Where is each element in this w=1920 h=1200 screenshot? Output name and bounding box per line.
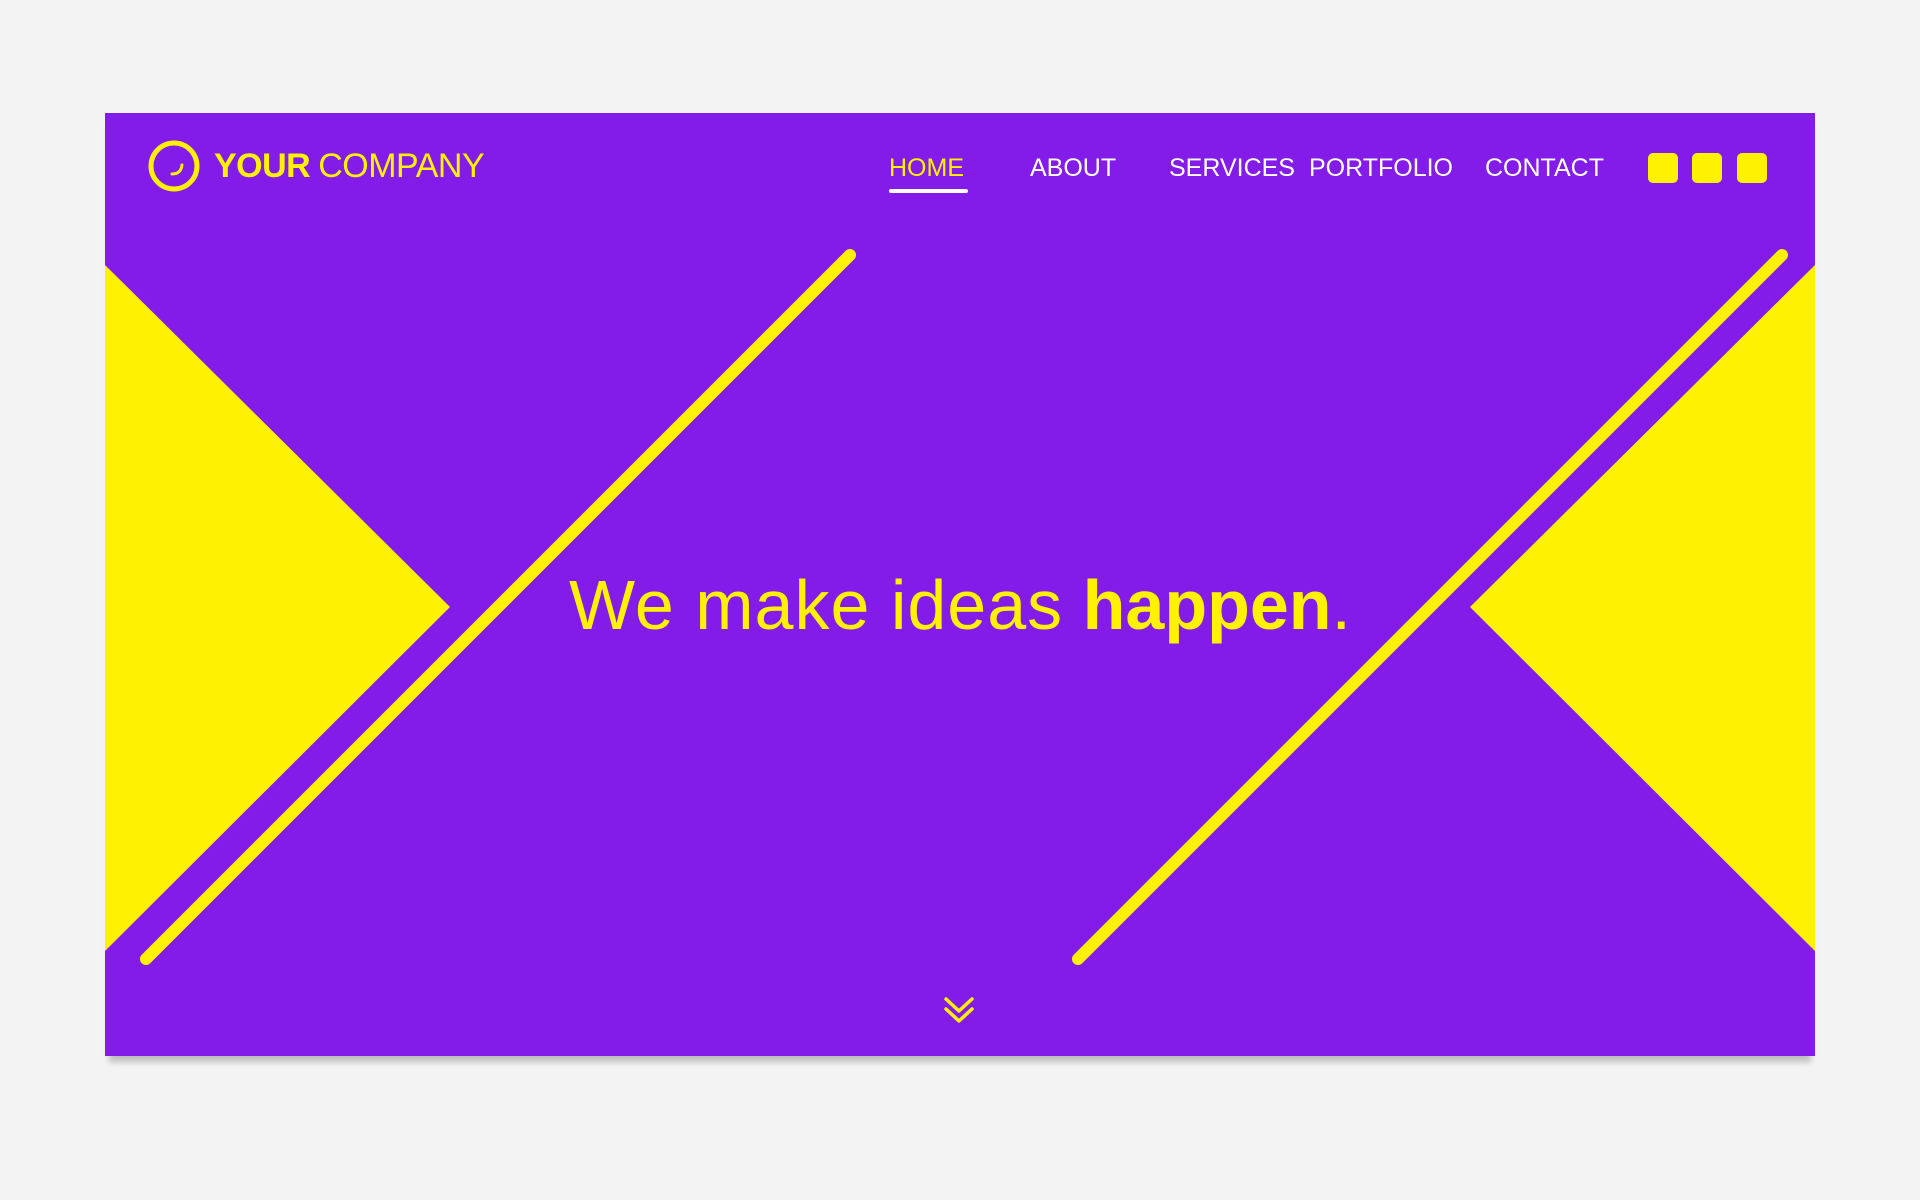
square-icon[interactable] — [1737, 153, 1767, 183]
nav-item-portfolio[interactable]: PORTFOLIO — [1309, 151, 1453, 185]
main-nav: HOME ABOUT SERVICES PORTFOLIO CONTACT — [105, 151, 1815, 191]
double-chevron-down-icon[interactable] — [941, 993, 977, 1029]
square-icon[interactable] — [1648, 153, 1678, 183]
nav-item-about[interactable]: ABOUT — [1030, 151, 1116, 185]
landing-page-frame: YOUR COMPANY HOME ABOUT SERVICES PORTFOLI… — [105, 113, 1815, 1056]
nav-item-services[interactable]: SERVICES — [1169, 151, 1295, 185]
nav-item-home[interactable]: HOME — [889, 151, 964, 185]
square-icon[interactable] — [1692, 153, 1722, 183]
headline-bold: happen — [1082, 566, 1332, 644]
active-nav-indicator — [889, 189, 968, 193]
headline-punctuation: . — [1331, 566, 1351, 644]
headline-light: We make ideas — [569, 566, 1064, 644]
nav-item-contact[interactable]: CONTACT — [1485, 151, 1604, 185]
hero-headline: We make ideas happen. — [105, 563, 1815, 647]
